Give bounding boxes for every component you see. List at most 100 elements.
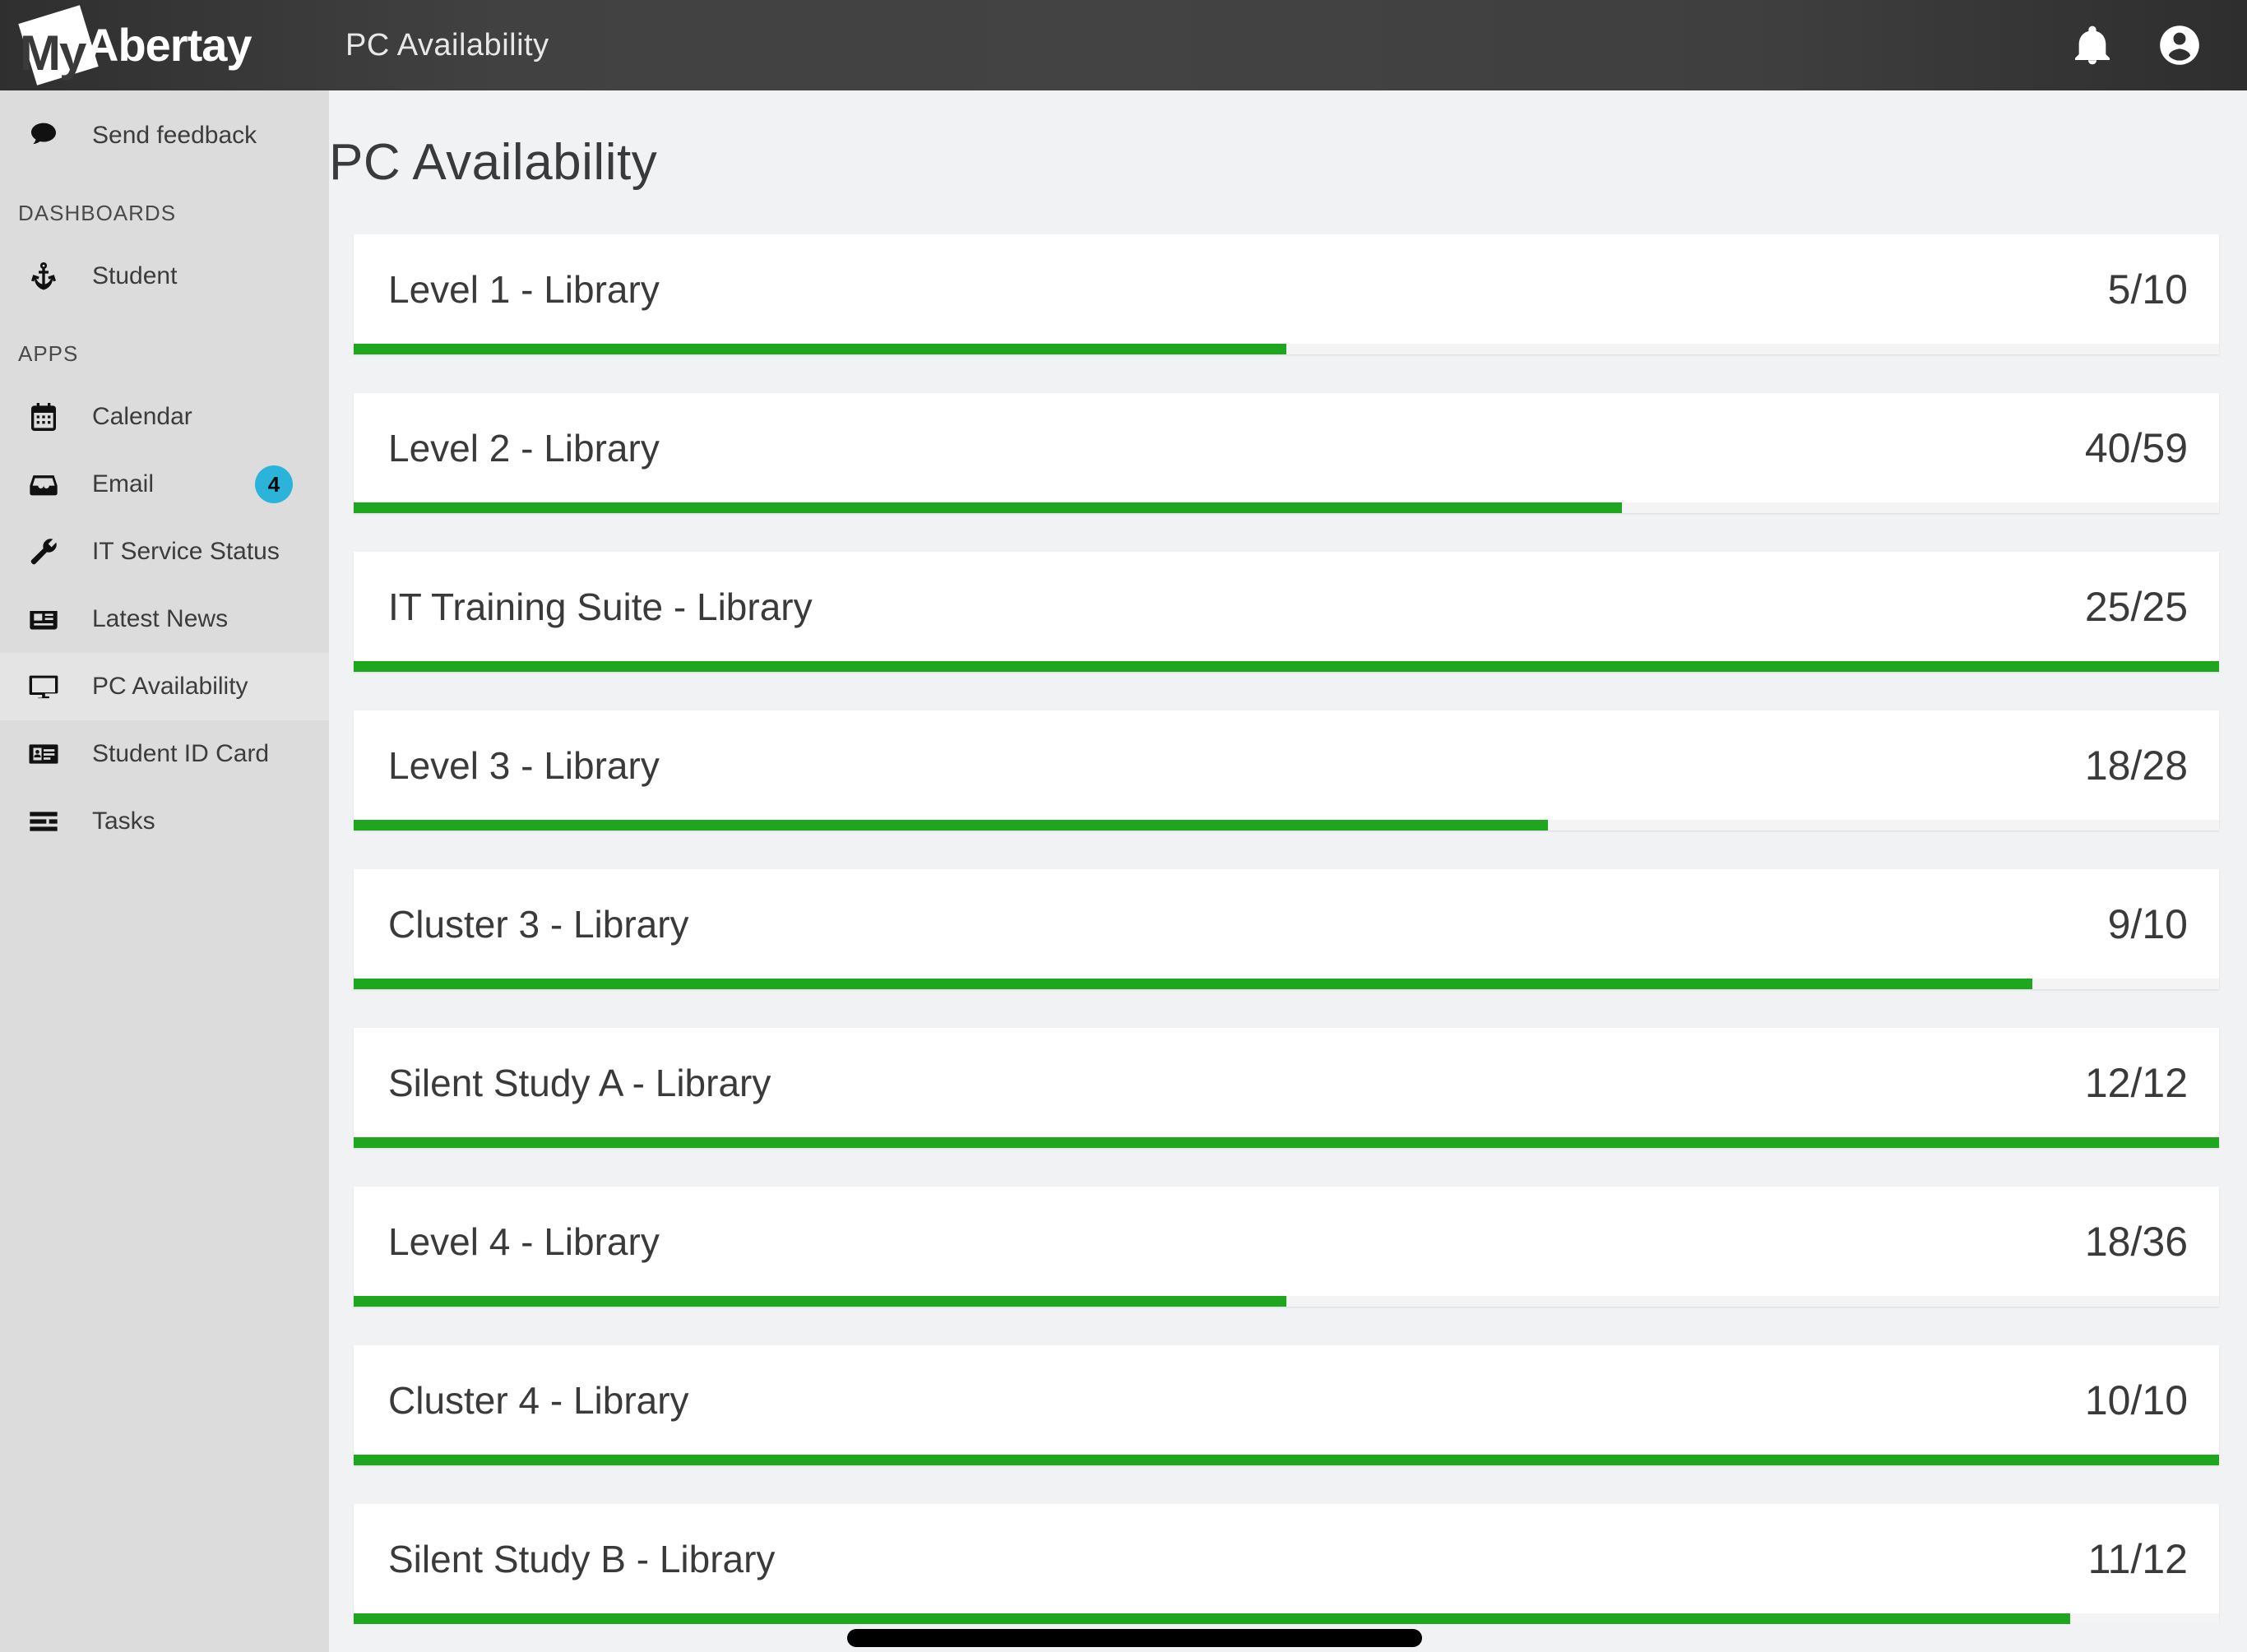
logo-abertay-text: Abertay <box>86 19 252 71</box>
row-body: Level 2 - Library 40/59 <box>354 393 2219 502</box>
room-name: Cluster 3 - Library <box>388 902 689 946</box>
pc-count: 5/10 <box>2107 266 2188 312</box>
availability-fill <box>354 661 2219 672</box>
room-name: Level 4 - Library <box>388 1219 660 1263</box>
pc-count: 18/36 <box>2084 1218 2188 1265</box>
horizontal-scrollbar-thumb[interactable] <box>846 1629 1423 1647</box>
room-name: Level 3 - Library <box>388 743 660 787</box>
row-body: Level 4 - Library 18/36 <box>354 1187 2219 1296</box>
pc-availability-row[interactable]: Silent Study B - Library 11/12 <box>354 1504 2219 1624</box>
availability-fill <box>354 344 1286 354</box>
availability-track <box>354 1613 2219 1624</box>
page-title: PC Availability <box>329 134 658 191</box>
sidebar-item-label: Calendar <box>92 403 192 430</box>
horizontal-scrollbar[interactable] <box>329 1624 2247 1652</box>
pc-availability-row[interactable]: Level 3 - Library 18/28 <box>354 710 2219 831</box>
availability-track <box>354 1296 2219 1307</box>
sidebar-item-label: Send feedback <box>92 122 257 149</box>
main-content: PC Availability Level 1 - Library 5/10 Lev… <box>329 90 2247 1652</box>
sidebar-item-tasks[interactable]: Tasks <box>0 788 329 855</box>
abertay-logo-mark: My <box>15 5 99 86</box>
logo-my-text: My <box>20 25 86 81</box>
sidebar-section-heading-dashboards: DASHBOARDS <box>18 201 177 225</box>
user-account-icon[interactable] <box>2157 22 2203 68</box>
top-bar-actions <box>2069 22 2247 68</box>
pc-count: 40/59 <box>2084 424 2188 471</box>
pc-availability-row[interactable]: Level 1 - Library 5/10 <box>354 234 2219 354</box>
availability-track <box>354 979 2219 989</box>
room-name: Level 1 - Library <box>388 267 660 311</box>
sidebar-item-student[interactable]: Student <box>0 243 329 310</box>
room-name: Silent Study B - Library <box>388 1537 776 1580</box>
pc-count: 25/25 <box>2084 583 2188 630</box>
pc-availability-row[interactable]: IT Training Suite - Library 25/25 <box>354 552 2219 672</box>
sidebar-item-send-feedback[interactable]: Send feedback <box>0 102 329 169</box>
pc-count: 11/12 <box>2087 1535 2188 1582</box>
pc-count: 18/28 <box>2084 742 2188 789</box>
availability-fill <box>354 820 1548 831</box>
task-list-icon <box>25 803 63 840</box>
row-body: Cluster 4 - Library 10/10 <box>354 1345 2219 1455</box>
inbox-icon <box>25 465 63 503</box>
row-body: Cluster 3 - Library 9/10 <box>354 869 2219 979</box>
availability-track <box>354 661 2219 672</box>
room-name: Silent Study A - Library <box>388 1061 771 1104</box>
sidebar-item-pc-availability[interactable]: PC Availability <box>0 653 329 720</box>
calendar-icon <box>25 398 63 436</box>
availability-track <box>354 1455 2219 1465</box>
wrench-icon <box>25 533 63 571</box>
brand-logo[interactable]: My Abertay <box>0 0 329 90</box>
pc-availability-row[interactable]: Cluster 4 - Library 10/10 <box>354 1345 2219 1465</box>
availability-fill <box>354 1455 2219 1465</box>
availability-fill <box>354 1296 1286 1307</box>
sidebar-item-label: Student ID Card <box>92 740 270 767</box>
sidebar-item-email[interactable]: Email 4 <box>0 451 329 518</box>
sidebar-item-it-service-status[interactable]: IT Service Status <box>0 518 329 585</box>
row-body: IT Training Suite - Library 25/25 <box>354 552 2219 661</box>
availability-track <box>354 502 2219 513</box>
sidebar-item-label: Tasks <box>92 807 155 835</box>
availability-fill <box>354 979 2033 989</box>
speech-bubble-icon <box>25 117 63 155</box>
id-card-icon <box>25 735 63 773</box>
top-bar-page-title: PC Availability <box>345 27 549 62</box>
sidebar-item-label: Email <box>92 470 155 497</box>
newspaper-icon <box>25 600 63 638</box>
pc-count: 12/12 <box>2084 1059 2188 1106</box>
sidebar-item-label: Student <box>92 262 178 289</box>
pc-availability-list: Level 1 - Library 5/10 Level 2 - Library 40… <box>329 234 2247 1624</box>
sidebar-item-label: PC Availability <box>92 673 248 700</box>
monitor-icon <box>25 668 63 706</box>
pc-count: 10/10 <box>2084 1377 2188 1423</box>
page-header: PC Availability <box>329 90 2247 192</box>
sidebar-item-calendar[interactable]: Calendar <box>0 383 329 451</box>
pc-availability-row[interactable]: Level 4 - Library 18/36 <box>354 1187 2219 1307</box>
row-body: Level 3 - Library 18/28 <box>354 710 2219 820</box>
sidebar-item-latest-news[interactable]: Latest News <box>0 585 329 653</box>
room-name: Level 2 - Library <box>388 426 660 470</box>
pc-availability-row[interactable]: Level 2 - Library 40/59 <box>354 393 2219 513</box>
availability-track <box>354 820 2219 831</box>
room-name: IT Training Suite - Library <box>388 585 813 628</box>
availability-fill <box>354 1137 2219 1148</box>
bell-icon[interactable] <box>2069 22 2115 68</box>
availability-track <box>354 1137 2219 1148</box>
email-unread-badge: 4 <box>255 465 293 503</box>
sidebar-item-label: IT Service Status <box>92 538 280 565</box>
pc-availability-row[interactable]: Silent Study A - Library 12/12 <box>354 1028 2219 1148</box>
sidebar-item-label: Latest News <box>92 605 229 632</box>
pc-availability-row[interactable]: Cluster 3 - Library 9/10 <box>354 869 2219 989</box>
sidebar-section-heading-apps: APPS <box>18 341 79 366</box>
availability-track <box>354 344 2219 354</box>
availability-fill <box>354 502 1623 513</box>
availability-fill <box>354 1613 2070 1624</box>
row-body: Silent Study A - Library 12/12 <box>354 1028 2219 1137</box>
sidebar-item-student-id-card[interactable]: Student ID Card <box>0 720 329 788</box>
pc-count: 9/10 <box>2107 900 2188 947</box>
anchor-icon <box>25 257 63 295</box>
top-app-bar: My Abertay PC Availability <box>0 0 2247 90</box>
sidebar-navigation: Send feedback DASHBOARDS Student APPS Ca… <box>0 90 329 1652</box>
row-body: Silent Study B - Library 11/12 <box>354 1504 2219 1613</box>
row-body: Level 1 - Library 5/10 <box>354 234 2219 344</box>
room-name: Cluster 4 - Library <box>388 1378 689 1422</box>
